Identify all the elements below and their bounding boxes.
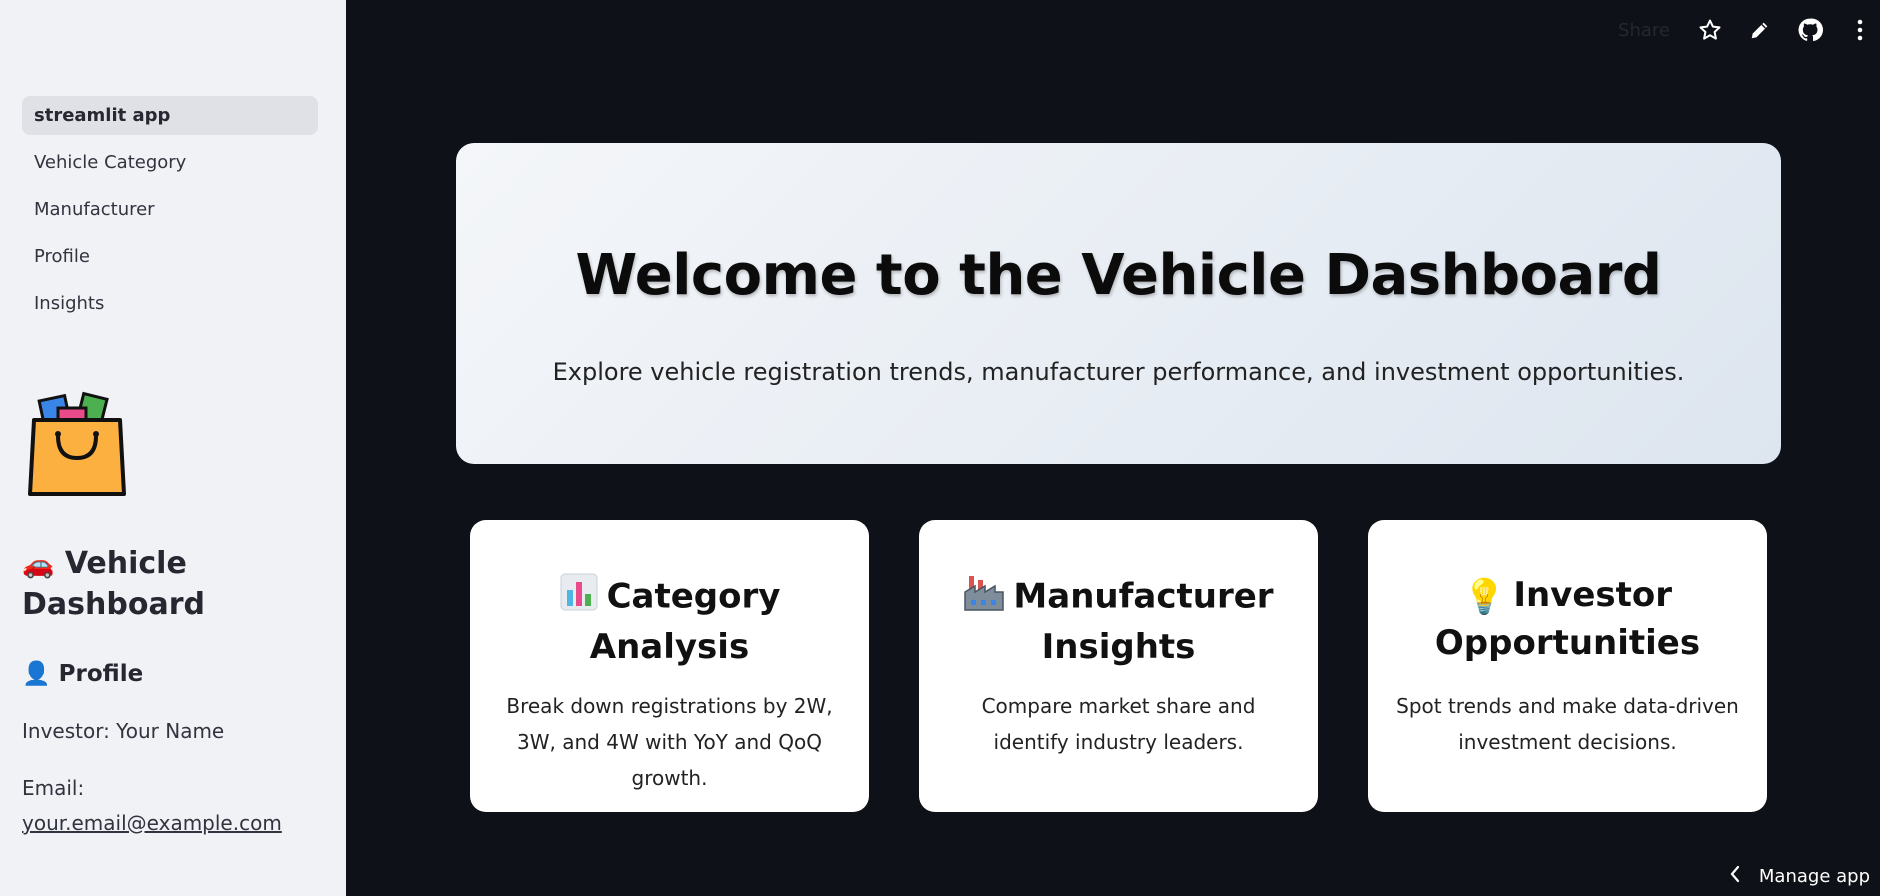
pencil-icon[interactable] [1744, 14, 1776, 46]
chevron-left-icon [1729, 865, 1741, 888]
manage-app-label: Manage app [1758, 865, 1870, 887]
manage-app-button[interactable]: Manage app [1729, 858, 1870, 894]
hero-banner: Welcome to the Vehicle Dashboard Explore… [456, 143, 1781, 464]
card-title-text: Category Analysis [589, 576, 781, 668]
card-title: Category Analysis [500, 572, 839, 670]
top-toolbar: Share [1618, 12, 1880, 48]
bar-chart-icon [559, 572, 599, 624]
investor-name: Investor: Your Name [22, 719, 225, 743]
person-icon: 👤 [22, 661, 51, 687]
shopping-bag-icon [28, 386, 126, 498]
hero-title: Welcome to the Vehicle Dashboard [575, 243, 1662, 308]
email-link[interactable]: your.email@example.com [22, 811, 282, 835]
profile-heading: 👤 Profile [22, 660, 143, 687]
nav-item-manufacturer[interactable]: Manufacturer [22, 190, 318, 229]
nav-item-insights[interactable]: Insights [22, 284, 318, 323]
more-vertical-icon[interactable] [1844, 14, 1876, 46]
sidebar: streamlit app Vehicle Category Manufactu… [0, 0, 346, 896]
card-investor-opportunities: 💡 Investor Opportunities Spot trends and … [1368, 520, 1767, 812]
car-icon: 🚗 [22, 550, 55, 580]
card-title-text: Manufacturer Insights [1013, 576, 1274, 668]
card-title: Manufacturer Insights [949, 572, 1288, 670]
sidebar-title: 🚗 Vehicle Dashboard [22, 544, 322, 625]
card-description: Spot trends and make data-driven investm… [1396, 694, 1739, 754]
card-manufacturer-insights: Manufacturer Insights Compare market sha… [919, 520, 1318, 812]
card-description: Break down registrations by 2W, 3W, and … [506, 694, 833, 790]
card-title: 💡 Investor Opportunities [1398, 572, 1737, 666]
star-icon[interactable] [1694, 14, 1726, 46]
card-description: Compare market share and identify indust… [981, 694, 1256, 754]
profile-heading-text: Profile [58, 661, 144, 687]
hero-subtitle: Explore vehicle registration trends, man… [552, 358, 1685, 386]
nav-item-streamlit-app[interactable]: streamlit app [22, 96, 318, 135]
github-icon[interactable] [1794, 14, 1826, 46]
email-label: Email: [22, 776, 85, 800]
factory-icon [963, 572, 1005, 624]
card-category-analysis: Category Analysis Break down registratio… [470, 520, 869, 812]
lightbulb-icon: 💡 [1462, 576, 1506, 617]
sidebar-nav: streamlit app Vehicle Category Manufactu… [22, 96, 318, 331]
nav-item-vehicle-category[interactable]: Vehicle Category [22, 143, 318, 182]
share-button[interactable]: Share [1618, 20, 1670, 41]
nav-item-profile[interactable]: Profile [22, 237, 318, 276]
